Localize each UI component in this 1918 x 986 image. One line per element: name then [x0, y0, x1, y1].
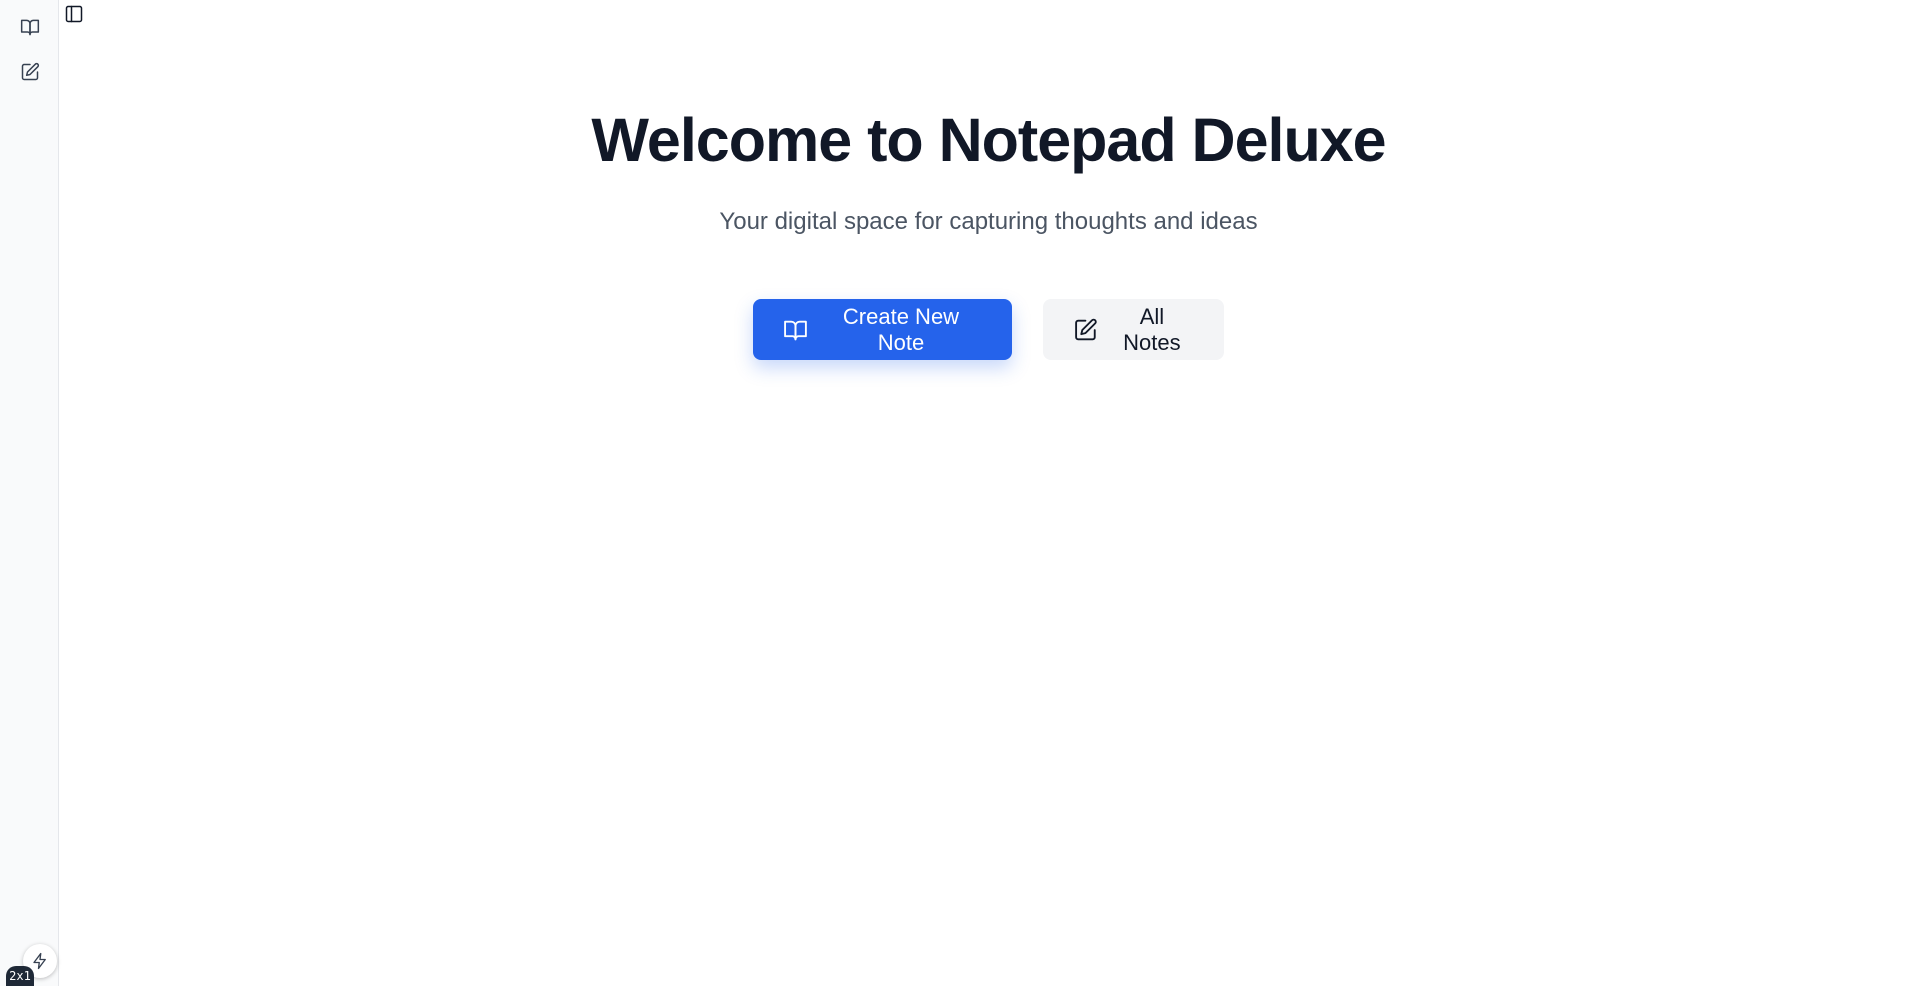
- create-new-note-button[interactable]: Create New Note: [753, 299, 1012, 360]
- action-buttons: Create New Note All Notes: [59, 299, 1918, 360]
- edit-icon: [1075, 318, 1097, 340]
- book-open-icon: [784, 320, 807, 340]
- main-content: Welcome to Notepad Deluxe Your digital s…: [59, 0, 1918, 986]
- sidebar-item-notes[interactable]: [14, 11, 46, 43]
- edit-icon: [21, 62, 40, 81]
- all-notes-button[interactable]: All Notes: [1043, 299, 1224, 360]
- zoom-badge: 2x1: [6, 966, 34, 986]
- sidebar: 2x1: [0, 0, 59, 986]
- create-new-note-label: Create New Note: [842, 303, 960, 355]
- all-notes-label: All Notes: [1123, 303, 1181, 355]
- lightning-icon: [33, 952, 46, 970]
- book-open-icon: [20, 19, 40, 36]
- page-subtitle: Your digital space for capturing thought…: [719, 208, 1258, 235]
- page-title: Welcome to Notepad Deluxe: [591, 106, 1386, 174]
- sidebar-item-edit[interactable]: [14, 56, 46, 88]
